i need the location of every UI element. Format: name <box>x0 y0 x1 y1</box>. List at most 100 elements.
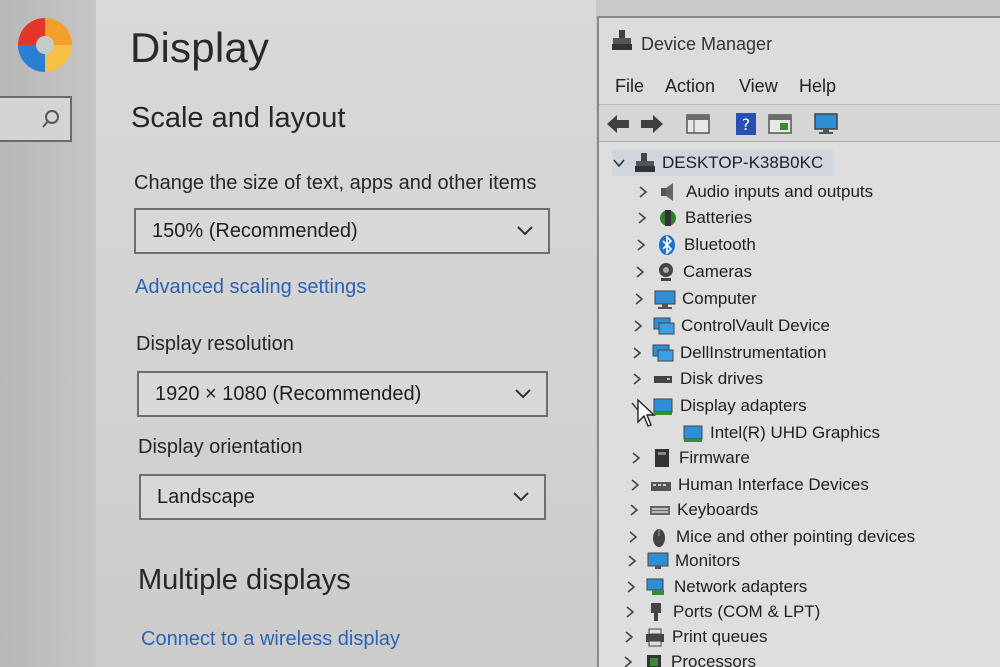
tree-item-label: Processors <box>671 652 757 667</box>
multiple-displays-title: Multiple displays <box>138 564 351 596</box>
hid-icon <box>651 482 671 491</box>
port-icon <box>651 603 661 621</box>
display-adapter-icon <box>683 425 703 442</box>
device-manager-title: Device Manager <box>641 34 773 54</box>
tree-item-label: Ports (COM & LPT) <box>673 602 821 621</box>
orientation-dropdown-value: Landscape <box>157 485 255 508</box>
chevron-right-icon[interactable] <box>635 211 649 225</box>
scale-dropdown-value: 150% (Recommended) <box>152 219 358 242</box>
chevron-right-icon[interactable] <box>633 265 647 279</box>
tree-category-item[interactable]: Audio inputs and outputs <box>636 179 873 205</box>
tree-root[interactable]: DESKTOP-K38B0KC <box>612 150 834 176</box>
tree-item-label: Display adapters <box>680 396 807 415</box>
tree-item-label: Mice and other pointing devices <box>676 527 916 546</box>
menu-action[interactable]: Action <box>665 76 715 97</box>
chevron-right-icon[interactable] <box>632 292 646 306</box>
chevron-right-icon[interactable] <box>622 630 636 644</box>
chevron-right-icon[interactable] <box>621 655 635 667</box>
svg-text:?: ? <box>742 115 751 134</box>
settings-nav-pane <box>0 0 96 667</box>
tree-item-label: Monitors <box>675 551 741 570</box>
camera-icon <box>659 263 673 281</box>
chevron-right-icon[interactable] <box>631 319 645 333</box>
tree-category-item[interactable]: ControlVault Device <box>631 313 830 339</box>
tree-item-label: Network adapters <box>674 577 808 596</box>
tree-category-item[interactable]: DellInstrumentation <box>630 340 826 366</box>
scale-dropdown[interactable]: 150% (Recommended) <box>134 208 550 254</box>
chevron-down-icon <box>515 389 531 399</box>
search-input[interactable] <box>0 96 72 142</box>
menu-help[interactable]: Help <box>799 76 836 97</box>
resolution-dropdown[interactable]: 1920 × 1080 (Recommended) <box>137 371 548 417</box>
wireless-display-link[interactable]: Connect to a wireless display <box>141 628 400 651</box>
menu-view[interactable]: View <box>739 76 778 97</box>
tree-item-label: Batteries <box>685 208 753 227</box>
tree-root-label: DESKTOP-K38B0KC <box>662 153 824 172</box>
page-title: Display <box>130 24 270 71</box>
chevron-right-icon[interactable] <box>624 580 638 594</box>
chevron-right-icon[interactable] <box>630 372 644 386</box>
network-icon <box>646 578 664 595</box>
tree-category-item[interactable]: Network adapters <box>624 574 807 600</box>
processor-icon <box>647 655 661 667</box>
tree-category-item[interactable]: Processors <box>621 649 756 667</box>
tree-category-item[interactable]: Computer <box>632 286 757 312</box>
chevron-right-icon[interactable] <box>636 185 650 199</box>
firmware-icon <box>655 449 669 467</box>
chevron-right-icon[interactable] <box>634 238 648 252</box>
tree-category-item[interactable]: Bluetooth <box>634 232 756 258</box>
tree-category-item[interactable]: Monitors <box>625 548 740 574</box>
computer-root-icon <box>635 153 655 172</box>
tree-item-label: Firmware <box>679 448 750 467</box>
forward-arrow-icon[interactable] <box>639 111 665 137</box>
chevron-right-icon[interactable] <box>625 554 639 568</box>
update-driver-icon[interactable] <box>767 111 793 137</box>
toolbar: ? <box>599 104 1000 142</box>
tree-item-label: ControlVault Device <box>681 316 830 335</box>
tree-category-item[interactable]: Keyboards <box>627 497 758 523</box>
computer-icon <box>654 290 676 309</box>
chevron-right-icon[interactable] <box>630 346 644 360</box>
tree-item-label: Disk drives <box>680 369 764 388</box>
tree-category-item[interactable]: Batteries <box>635 205 752 231</box>
tree-category-item[interactable]: Disk drives <box>630 366 763 392</box>
tree-item-label: Computer <box>682 289 757 308</box>
chevron-right-icon[interactable] <box>628 478 642 492</box>
tree-item-label: Cameras <box>683 262 752 281</box>
battery-icon <box>660 210 676 226</box>
tree-category-item[interactable]: Print queues <box>622 624 767 650</box>
tree-category-item[interactable]: Display adapters <box>630 393 807 419</box>
resolution-label: Display resolution <box>136 333 294 355</box>
back-arrow-icon[interactable] <box>605 111 631 137</box>
chevron-right-icon[interactable] <box>629 451 643 465</box>
mouse-icon <box>653 529 665 547</box>
advanced-scaling-link[interactable]: Advanced scaling settings <box>135 276 366 299</box>
device-manager-icon <box>612 30 632 50</box>
tree-item-label: DellInstrumentation <box>680 343 827 362</box>
app-logo-icon <box>18 18 72 72</box>
tree-category-item[interactable]: Mice and other pointing devices <box>626 524 915 550</box>
menu-file[interactable]: File <box>615 76 644 97</box>
bluetooth-icon <box>659 235 675 255</box>
orientation-dropdown[interactable]: Landscape <box>139 474 546 520</box>
tree-child-item[interactable]: Intel(R) UHD Graphics <box>682 420 880 446</box>
tree-category-item[interactable]: Ports (COM & LPT) <box>623 599 820 625</box>
chevron-down-icon[interactable] <box>612 156 626 170</box>
tree-item-label: Audio inputs and outputs <box>686 182 874 201</box>
device-icon <box>652 344 674 362</box>
monitor-scan-icon[interactable] <box>813 111 839 137</box>
chevron-down-icon <box>517 226 533 236</box>
speaker-icon <box>661 183 673 201</box>
device-manager-titlebar[interactable]: Device Manager <box>599 18 1000 68</box>
help-icon[interactable]: ? <box>733 111 759 137</box>
chevron-right-icon[interactable] <box>623 605 637 619</box>
chevron-right-icon[interactable] <box>626 530 640 544</box>
search-icon <box>42 110 59 128</box>
tree-item-label: Human Interface Devices <box>678 475 869 494</box>
chevron-right-icon[interactable] <box>627 503 641 517</box>
tree-category-item[interactable]: Firmware <box>629 445 750 471</box>
tree-category-item[interactable]: Cameras <box>633 259 752 285</box>
tree-category-item[interactable]: Human Interface Devices <box>628 472 869 498</box>
mouse-cursor-icon <box>637 398 656 427</box>
properties-icon[interactable] <box>685 111 711 137</box>
